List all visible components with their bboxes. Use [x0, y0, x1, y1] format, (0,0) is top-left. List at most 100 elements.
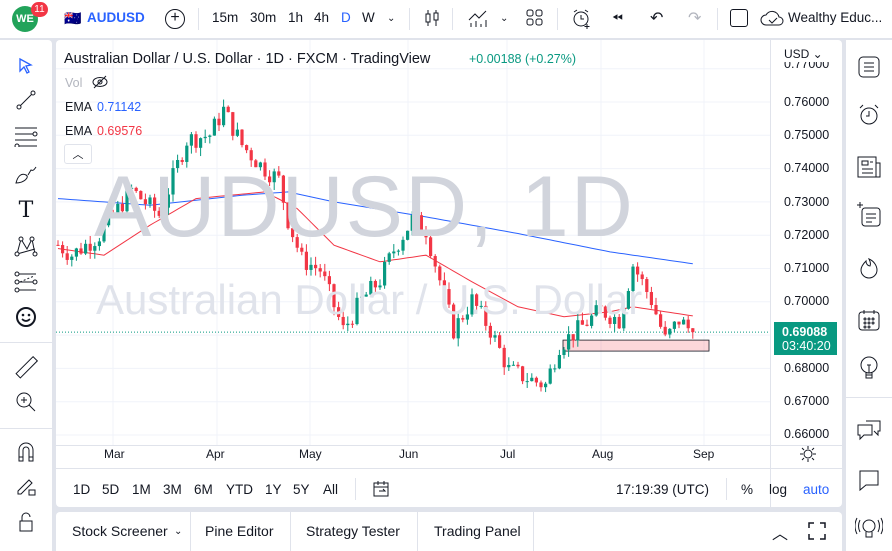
- candle-body: [493, 335, 497, 338]
- price-label: 0.67000: [784, 394, 830, 408]
- brush-icon[interactable]: [12, 160, 40, 188]
- lock-drawings-icon[interactable]: [12, 472, 40, 500]
- unlock-icon[interactable]: [12, 508, 40, 536]
- interval-d[interactable]: D: [341, 10, 351, 25]
- ema-short-value: 0.69576: [97, 124, 143, 138]
- fullscreen-square-icon[interactable]: [730, 9, 748, 27]
- candle-body: [539, 382, 543, 388]
- tab-stock-screener[interactable]: Stock Screener: [72, 523, 168, 539]
- alarm-clock-icon[interactable]: [854, 100, 884, 130]
- layout-name[interactable]: Wealthy Educ...: [788, 10, 882, 25]
- signals-icon[interactable]: [854, 514, 884, 544]
- settings-sun-icon[interactable]: [800, 446, 816, 462]
- interval-1h[interactable]: 1h: [288, 10, 303, 25]
- auto-toggle[interactable]: auto: [803, 482, 829, 497]
- range-1y[interactable]: 1Y: [265, 482, 282, 497]
- fib-retracement-icon[interactable]: [12, 122, 40, 150]
- candle-body: [530, 377, 534, 382]
- tab-trading-panel[interactable]: Trading Panel: [434, 523, 521, 539]
- zoom-in-icon[interactable]: [12, 388, 40, 416]
- support-zone: [562, 339, 710, 352]
- month-label: Sep: [693, 447, 715, 461]
- chevron-down-icon[interactable]: ⌄: [174, 526, 182, 537]
- news-icon[interactable]: [854, 152, 884, 182]
- candle-body: [314, 264, 318, 269]
- candle-body: [235, 129, 239, 136]
- month-label: Aug: [592, 447, 614, 461]
- chat-icon[interactable]: [854, 416, 884, 446]
- range-3m[interactable]: 3M: [163, 482, 182, 497]
- pattern-icon[interactable]: [12, 232, 40, 260]
- drawing-toolbar: T: [0, 40, 52, 551]
- bottom-panel: Stock Screener ⌄ Pine Editor Strategy Te…: [56, 512, 842, 551]
- emoji-icon[interactable]: [12, 303, 40, 331]
- range-all[interactable]: All: [323, 482, 338, 497]
- candle-body: [74, 248, 78, 257]
- eye-hidden-icon[interactable]: [91, 74, 109, 90]
- candle-body: [668, 328, 672, 335]
- cursor-icon[interactable]: [12, 52, 40, 80]
- magnet-icon[interactable]: [12, 438, 40, 466]
- notification-badge: 11: [31, 2, 48, 17]
- symbol-search[interactable]: AUDUSD: [87, 10, 145, 25]
- candle-body: [534, 377, 538, 383]
- range-5d[interactable]: 5D: [102, 482, 119, 497]
- candle-body: [525, 381, 529, 383]
- price-label: 0.70000: [784, 294, 830, 308]
- right-sidebar: [846, 40, 892, 551]
- trend-line-icon[interactable]: [12, 86, 40, 114]
- calendar-icon[interactable]: [854, 305, 884, 335]
- indicators-icon[interactable]: [467, 8, 489, 28]
- candle-body: [318, 268, 322, 272]
- candle-body: [231, 112, 235, 136]
- range-5y[interactable]: 5Y: [293, 482, 310, 497]
- prediction-icon[interactable]: [12, 268, 40, 296]
- chevron-down-icon[interactable]: ⌄: [500, 13, 508, 24]
- candles-icon[interactable]: [423, 8, 441, 28]
- candle-body: [521, 366, 525, 382]
- undo-icon[interactable]: ↶: [650, 8, 663, 28]
- compare-add-icon[interactable]: +: [165, 9, 185, 29]
- chevron-up-icon[interactable]: ︿: [772, 520, 788, 544]
- range-1m[interactable]: 1M: [132, 482, 151, 497]
- chevron-down-icon[interactable]: ⌄: [387, 13, 395, 24]
- interval-15m[interactable]: 15m: [212, 10, 238, 25]
- layouts-icon[interactable]: [526, 9, 544, 27]
- ideas-list-icon[interactable]: [854, 200, 884, 230]
- candle-body: [677, 321, 681, 325]
- tab-strategy-tester[interactable]: Strategy Tester: [306, 523, 400, 539]
- replay-icon[interactable]: ⏪︎: [612, 10, 623, 26]
- candle-body: [663, 326, 667, 335]
- candle-body: [557, 355, 561, 369]
- interval-4h[interactable]: 4h: [314, 10, 329, 25]
- hotlists-fire-icon[interactable]: [854, 253, 884, 283]
- ruler-icon[interactable]: [12, 354, 40, 382]
- alert-icon[interactable]: [571, 8, 593, 30]
- maximize-icon[interactable]: [808, 522, 826, 540]
- text-tool-icon[interactable]: T: [12, 196, 40, 224]
- log-toggle[interactable]: log: [769, 482, 787, 497]
- interval-30m[interactable]: 30m: [250, 10, 276, 25]
- currency-select[interactable]: USD ⌄: [784, 47, 823, 61]
- range-6m[interactable]: 6M: [194, 482, 213, 497]
- interval-w[interactable]: W: [362, 10, 375, 25]
- bar-countdown: 03:40:20: [782, 339, 831, 353]
- tab-pine-editor[interactable]: Pine Editor: [205, 523, 273, 539]
- cloud-save-icon[interactable]: [760, 8, 784, 28]
- lightbulb-icon[interactable]: [854, 353, 884, 383]
- redo-icon[interactable]: ↷: [688, 8, 701, 28]
- percent-toggle[interactable]: %: [741, 482, 753, 497]
- watchlist-icon[interactable]: [854, 52, 884, 82]
- candle-body: [585, 324, 589, 326]
- utc-clock[interactable]: 17:19:39 (UTC): [616, 482, 709, 497]
- chart-panel[interactable]: AUDUSD, 1D Australian Dollar / U.S. Doll…: [56, 40, 842, 507]
- goto-date-icon[interactable]: [372, 480, 390, 498]
- candle-body: [245, 145, 249, 151]
- price-label: 0.73000: [784, 195, 830, 209]
- range-1d[interactable]: 1D: [73, 482, 90, 497]
- collapse-legend-button[interactable]: ︿: [64, 144, 92, 164]
- candle-body: [226, 106, 230, 113]
- messages-icon[interactable]: [854, 465, 884, 495]
- range-ytd[interactable]: YTD: [226, 482, 253, 497]
- chart-title: Australian Dollar / U.S. Dollar · 1D · F…: [64, 51, 431, 67]
